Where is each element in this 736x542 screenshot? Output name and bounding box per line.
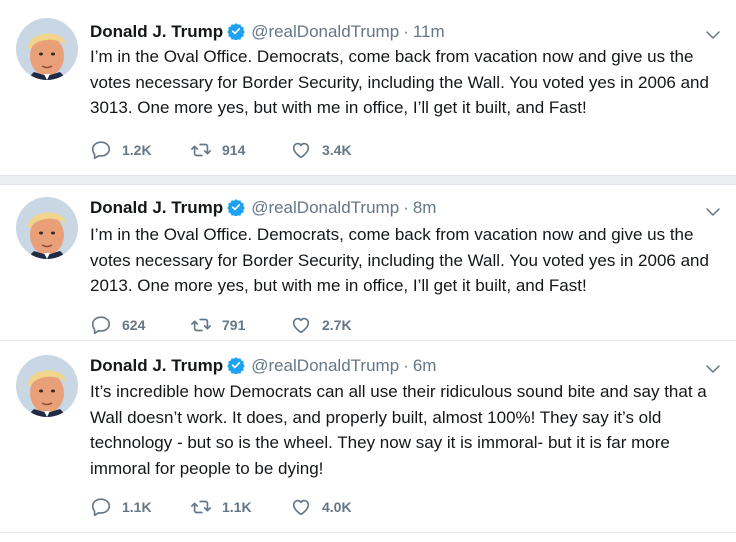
reply-count: 1.2K [122,142,152,158]
separator-dot: · [403,22,409,41]
retweet-count: 1.1K [222,499,252,515]
tweet-actions: 624 791 2.7K [90,313,390,337]
like-icon [292,499,310,516]
verified-badge-icon [227,23,246,40]
separator-dot: · [403,356,409,375]
avatar-image [16,355,78,417]
reply-count: 624 [122,317,146,333]
tweet-text: I’m in the Oval Office. Democrats, come … [90,225,709,295]
avatar-image [16,18,78,80]
tweet-header: Donald J. Trump @realDonaldTrump · 8m [90,196,696,220]
chevron-down-icon[interactable] [704,203,722,221]
tweet-header: Donald J. Trump @realDonaldTrump · 6m [90,354,696,378]
reply-icon [91,141,111,160]
like-button[interactable]: 4.0K [290,496,390,518]
verified-badge-icon [227,199,246,216]
like-count: 4.0K [322,499,352,515]
like-count: 2.7K [322,317,352,333]
chevron-down-icon[interactable] [704,360,722,378]
handle[interactable]: @realDonaldTrump [251,198,399,217]
like-count: 3.4K [322,142,352,158]
tweet-separator [0,532,736,533]
separator-dot: · [403,198,409,217]
chevron-down-icon[interactable] [704,26,722,44]
handle[interactable]: @realDonaldTrump [251,356,399,375]
avatar[interactable] [16,18,78,80]
timestamp[interactable]: 6m [413,356,437,375]
tweet-actions: 1.2K 914 3.4K [90,138,390,162]
like-icon [292,142,310,159]
reply-button[interactable]: 1.2K [90,139,190,161]
retweet-count: 914 [222,142,246,158]
timestamp[interactable]: 11m [413,22,445,41]
tweet-text: It’s incredible how Democrats can all us… [90,382,707,478]
reply-icon [91,316,111,335]
reply-button[interactable]: 1.1K [90,496,190,518]
display-name[interactable]: Donald J. Trump [90,356,223,375]
retweet-button[interactable]: 914 [190,139,290,161]
retweet-icon [191,318,211,332]
reply-count: 1.1K [122,499,152,515]
handle[interactable]: @realDonaldTrump [251,22,399,41]
retweet-icon [191,143,211,157]
timestamp[interactable]: 8m [413,198,437,217]
display-name[interactable]: Donald J. Trump [90,22,223,41]
tweet-text: I’m in the Oval Office. Democrats, come … [90,47,709,117]
reply-icon [91,498,111,517]
tweet-header: Donald J. Trump @realDonaldTrump · 11m [90,20,696,44]
tweet-separator [0,175,736,185]
retweet-button[interactable]: 1.1K [190,496,290,518]
like-icon [292,317,310,334]
reply-button[interactable]: 624 [90,314,190,336]
retweet-button[interactable]: 791 [190,314,290,336]
verified-badge-icon [227,357,246,374]
like-button[interactable]: 3.4K [290,139,390,161]
display-name[interactable]: Donald J. Trump [90,198,223,217]
retweet-icon [191,500,211,514]
tweet-actions: 1.1K 1.1K 4.0K [90,495,390,519]
like-button[interactable]: 2.7K [290,314,390,336]
retweet-count: 791 [222,317,246,333]
tweet-2[interactable]: Donald J. Trump @realDonaldTrump · 8m I’m i… [0,185,736,343]
avatar[interactable] [16,197,78,259]
avatar[interactable] [16,355,78,417]
avatar-image [16,197,78,259]
tweet-3[interactable]: Donald J. Trump @realDonaldTrump · 6m It’s … [0,341,736,542]
tweet-1[interactable]: Donald J. Trump @realDonaldTrump · 11m I’m … [0,0,736,182]
